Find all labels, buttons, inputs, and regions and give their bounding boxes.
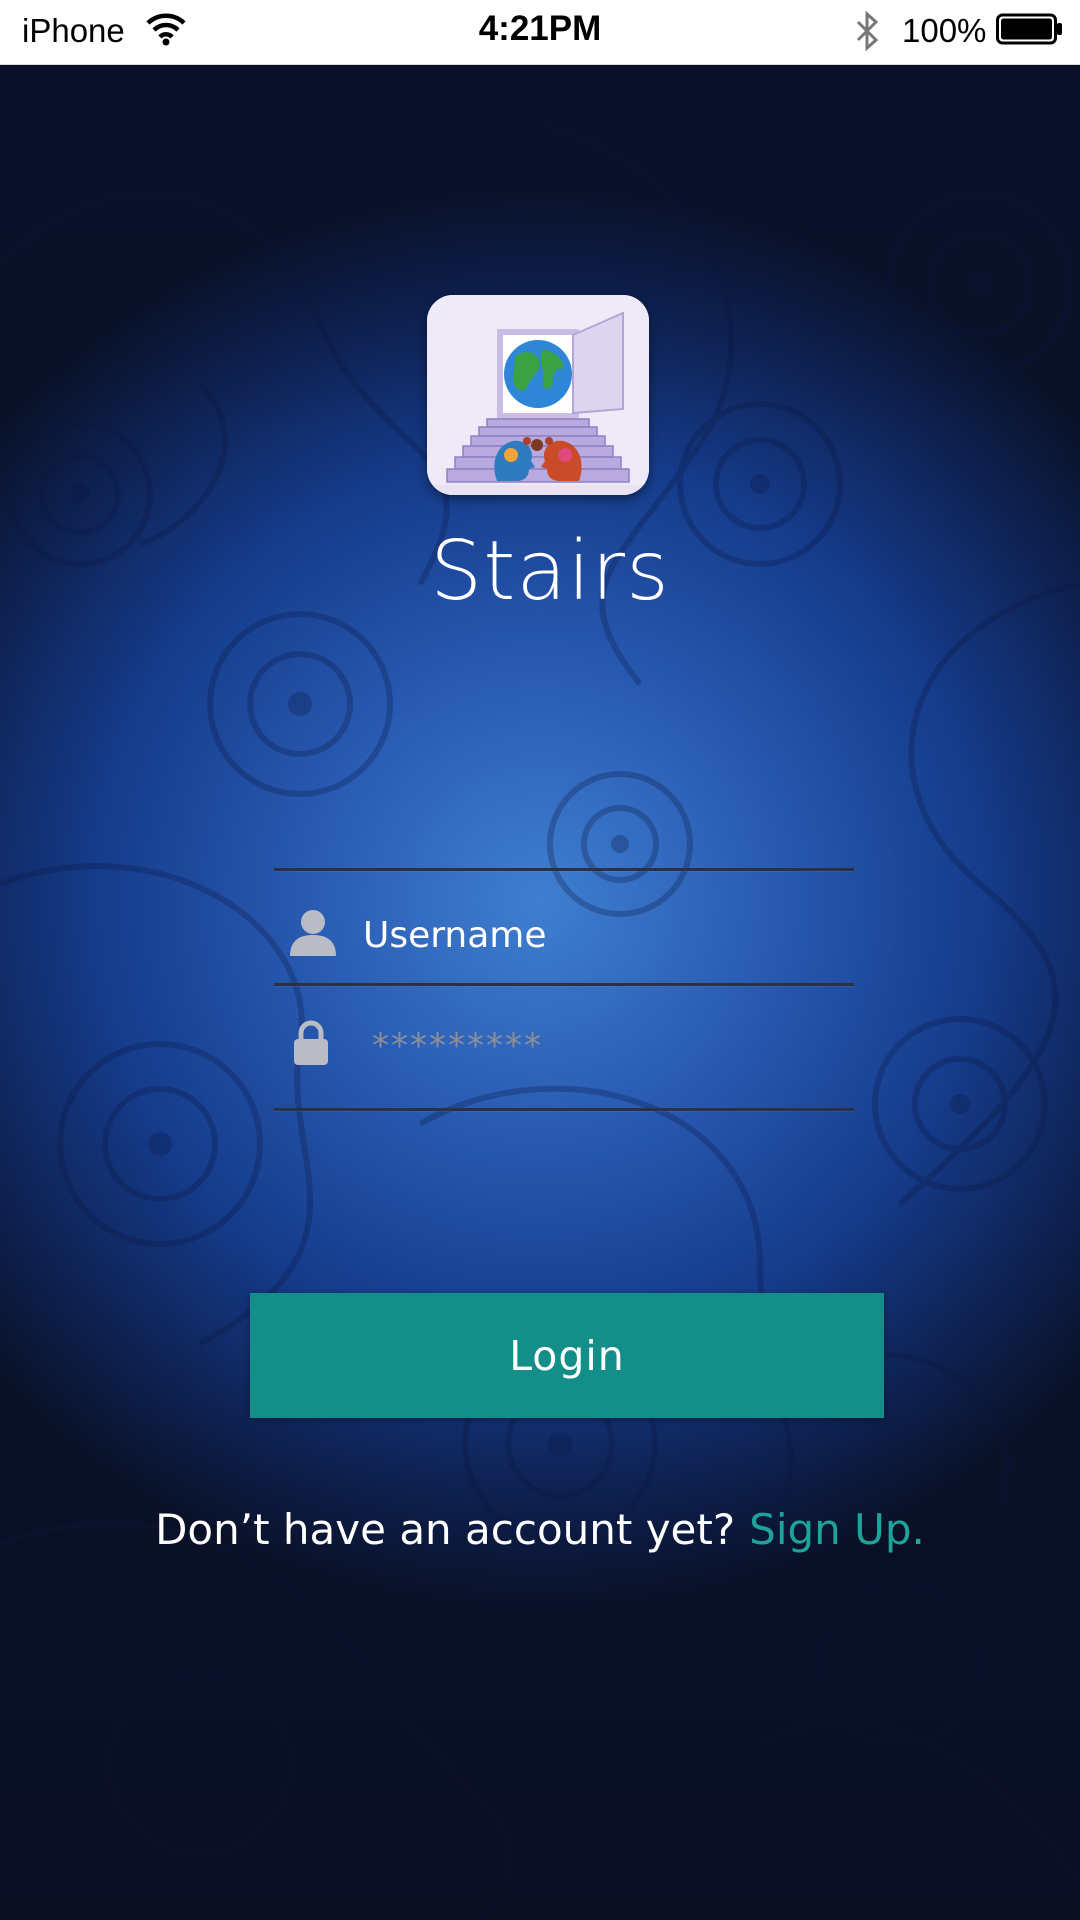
signup-row: Don’t have an account yet? Sign Up. (0, 1502, 1080, 1558)
signup-prompt: Don’t have an account yet? (155, 1505, 736, 1554)
status-bar: iPhone 4:21PM 100% (0, 0, 1080, 65)
login-screen: iPhone 4:21PM 100% Stairs Username Login… (0, 0, 1080, 1920)
field-divider (274, 1108, 854, 1111)
field-divider (274, 868, 854, 871)
login-button[interactable]: Login (250, 1293, 884, 1418)
app-title: Stairs (430, 524, 670, 619)
user-icon (290, 910, 336, 956)
stairs-globe-logo-icon (427, 295, 649, 495)
signup-link[interactable]: Sign Up. (749, 1505, 925, 1554)
field-divider (274, 983, 854, 986)
username-input[interactable] (363, 910, 833, 960)
battery-percentage: 100% (902, 12, 987, 49)
password-field[interactable] (274, 990, 854, 1100)
bluetooth-icon (856, 10, 879, 52)
password-input[interactable] (372, 1020, 832, 1070)
username-field[interactable] (274, 874, 854, 984)
battery-icon (996, 13, 1062, 45)
lock-icon (294, 1020, 328, 1065)
